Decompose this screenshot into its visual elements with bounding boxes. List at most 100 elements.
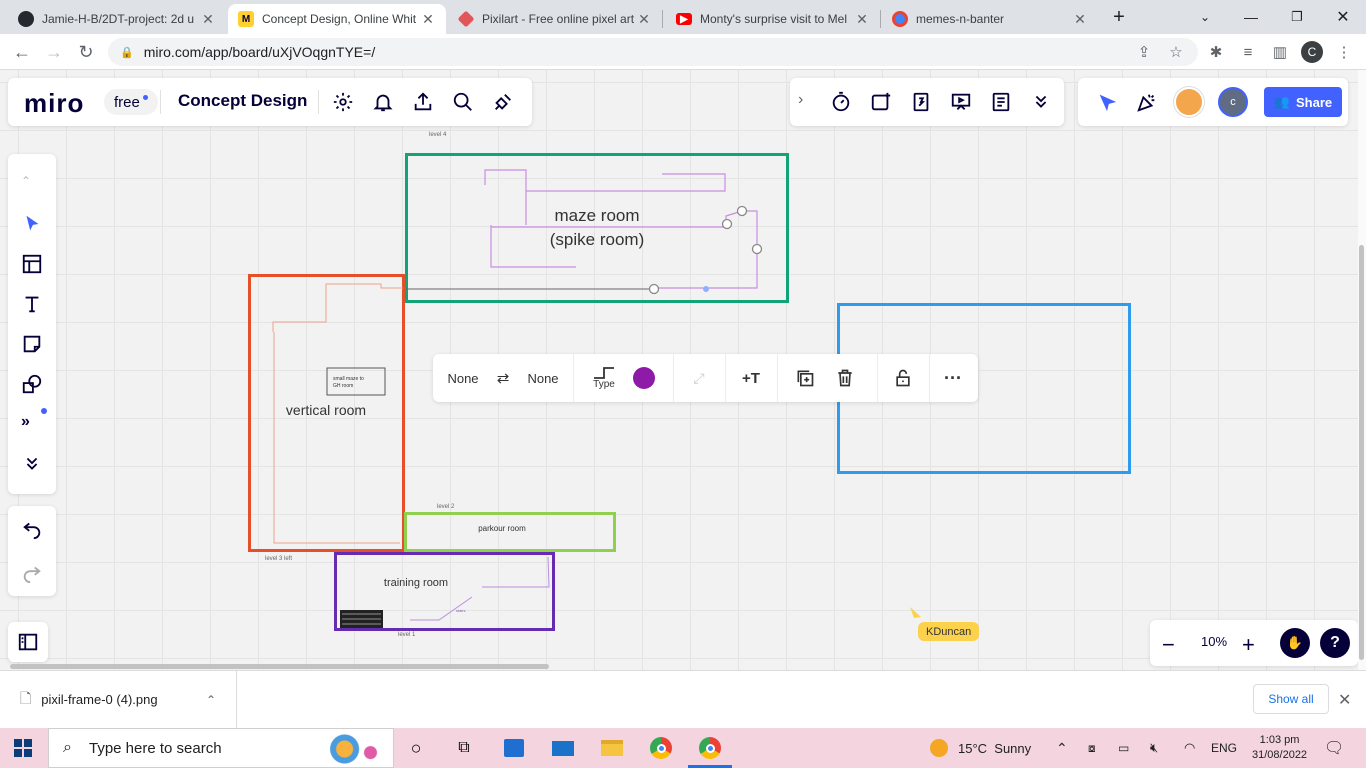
user-avatar[interactable]	[1174, 87, 1204, 117]
close-tab-icon[interactable]: ✕	[200, 11, 216, 28]
add-text-icon[interactable]: +T	[733, 354, 769, 402]
redo-icon[interactable]	[21, 562, 43, 584]
chrome-app-icon[interactable]	[647, 734, 675, 762]
notes-icon[interactable]	[990, 91, 1012, 113]
close-tab-icon[interactable]: ✕	[636, 11, 652, 28]
mail-icon[interactable]	[549, 734, 577, 762]
maze-room-text[interactable]: maze room (spike room)	[536, 204, 658, 252]
line-color-swatch[interactable]	[633, 367, 655, 389]
meet-now-icon[interactable]: ⧇	[1088, 728, 1096, 768]
side-panel-icon[interactable]: ▥	[1270, 42, 1290, 62]
input-language[interactable]: ENG	[1211, 728, 1237, 768]
more-apps-icon[interactable]: »	[21, 413, 30, 431]
close-tab-icon[interactable]: ✕	[420, 11, 436, 28]
presentation-icon[interactable]	[950, 91, 972, 113]
windows-start-icon[interactable]	[14, 739, 32, 757]
clock[interactable]: 1:03 pm 31/08/2022	[1252, 728, 1307, 768]
cortana-icon[interactable]: ○	[402, 734, 430, 762]
battery-icon[interactable]: ▭	[1118, 728, 1129, 768]
close-tab-icon[interactable]: ✕	[854, 11, 870, 28]
tray-overflow-chevron-icon[interactable]: ⌃	[1056, 728, 1068, 768]
zoom-out-icon[interactable]: −	[1162, 632, 1175, 658]
tab-github[interactable]: Jamie-H-B/2DT-project: 2d u ✕	[8, 4, 226, 34]
download-item[interactable]: 🗋 pixil-frame-0 (4).png ⌃	[0, 671, 237, 728]
settings-gear-icon[interactable]	[332, 91, 354, 113]
tab-memes[interactable]: memes-n-banter ✕	[882, 4, 1098, 34]
notifications-bell-icon[interactable]	[372, 91, 394, 113]
search-icon[interactable]	[452, 91, 474, 113]
volume-muted-icon[interactable]: 🔇︎	[1150, 728, 1158, 768]
miro-board-canvas[interactable]: level 4 level 3 left level 2 level 1 maz…	[0, 70, 1358, 670]
plan-badge[interactable]: free	[104, 89, 158, 115]
parkour-room-text[interactable]: parkour room	[466, 524, 538, 533]
download-menu-chevron-icon[interactable]: ⌃	[206, 693, 216, 707]
share-page-icon[interactable]: ⇪	[1134, 42, 1154, 62]
miro-logo[interactable]: miro	[24, 88, 84, 119]
more-tools-chevron-icon[interactable]	[1030, 91, 1052, 113]
undo-icon[interactable]	[21, 518, 43, 540]
apps-plug-icon[interactable]	[492, 91, 514, 113]
board-title[interactable]: Concept Design	[178, 91, 307, 111]
shapes-icon[interactable]	[21, 373, 43, 395]
end-cap-select[interactable]: None	[523, 354, 563, 402]
tab-pixilart[interactable]: Pixilart - Free online pixel art ✕	[448, 4, 662, 34]
vertical-scroll-thumb[interactable]	[1359, 245, 1364, 660]
close-window-icon[interactable]: ✕	[1320, 0, 1366, 34]
file-explorer-icon[interactable]	[598, 734, 626, 762]
swap-ends-icon[interactable]: ⇄	[491, 354, 515, 402]
export-upload-icon[interactable]	[412, 91, 434, 113]
task-view-icon[interactable]: ⧉	[450, 734, 478, 762]
wifi-icon[interactable]: ◠	[1184, 728, 1195, 768]
collaborator-avatar[interactable]: c	[1218, 87, 1248, 117]
add-sticky-icon[interactable]	[870, 91, 892, 113]
profile-avatar[interactable]: C	[1301, 41, 1323, 63]
vertical-scrollbar[interactable]	[1358, 70, 1366, 670]
frames-panel-toggle[interactable]	[8, 622, 48, 662]
horizontal-scrollbar[interactable]	[10, 664, 549, 669]
reload-icon[interactable]: ↻	[74, 40, 98, 64]
new-tab-icon[interactable]: +	[1096, 0, 1142, 34]
weather-widget[interactable]: 15°C Sunny	[930, 728, 1031, 768]
templates-icon[interactable]	[21, 253, 43, 275]
show-all-downloads-button[interactable]: Show all	[1253, 684, 1329, 714]
collapse-up-icon[interactable]: ⌃	[21, 174, 31, 188]
connector-midpoint[interactable]	[703, 286, 709, 292]
zoom-in-icon[interactable]: +	[1242, 632, 1255, 658]
more-options-icon[interactable]: ···	[935, 354, 971, 402]
tab-miro[interactable]: M Concept Design, Online Whit ✕	[228, 4, 446, 34]
extensions-icon[interactable]: ✱	[1206, 42, 1226, 62]
hand-pan-icon[interactable]: ✋	[1280, 628, 1310, 658]
back-icon[interactable]: ←	[10, 40, 34, 64]
voting-icon[interactable]	[910, 91, 932, 113]
bookmark-star-icon[interactable]: ☆	[1166, 42, 1186, 62]
lock-icon[interactable]	[885, 354, 921, 402]
reactions-party-icon[interactable]	[1136, 91, 1158, 113]
tab-youtube[interactable]: ▶ Monty's surprise visit to Mel ✕	[666, 4, 880, 34]
taskbar-search-box[interactable]: ⌕ Type here to search	[48, 728, 394, 768]
restore-icon[interactable]: ❐	[1274, 0, 1320, 34]
media-control-icon[interactable]: ≡	[1238, 42, 1258, 62]
url-field[interactable]: 🔒 miro.com/app/board/uXjVOqgnTYE=/	[108, 38, 1198, 66]
minimize-icon[interactable]: —	[1228, 0, 1274, 34]
close-shelf-icon[interactable]: ✕	[1338, 690, 1351, 710]
store-icon[interactable]	[500, 734, 528, 762]
select-cursor-icon[interactable]	[21, 213, 43, 235]
vertical-room-text[interactable]: vertical room	[277, 402, 375, 418]
tab-search-icon[interactable]: ⌄	[1182, 0, 1228, 34]
cursors-icon[interactable]	[1096, 91, 1118, 113]
line-type-select[interactable]: Type	[583, 354, 625, 402]
forward-icon[interactable]: →	[42, 40, 66, 64]
share-button[interactable]: 👥 Share	[1264, 87, 1342, 117]
connector-handles[interactable]	[648, 205, 763, 295]
text-tool-icon[interactable]	[21, 293, 43, 315]
expand-chevron-icon[interactable]: ›	[798, 91, 803, 109]
expand-down-icon[interactable]	[21, 453, 43, 475]
timer-icon[interactable]	[830, 91, 852, 113]
chrome-menu-icon[interactable]: ⋮	[1334, 42, 1354, 62]
delete-trash-icon[interactable]	[827, 354, 863, 402]
training-room-text[interactable]: training room	[376, 577, 456, 589]
notification-center-icon[interactable]: 🗨︎	[1324, 728, 1344, 768]
start-cap-select[interactable]: None	[443, 354, 483, 402]
sticky-note-icon[interactable]	[21, 333, 43, 355]
chrome-active-app-icon[interactable]	[696, 734, 724, 762]
